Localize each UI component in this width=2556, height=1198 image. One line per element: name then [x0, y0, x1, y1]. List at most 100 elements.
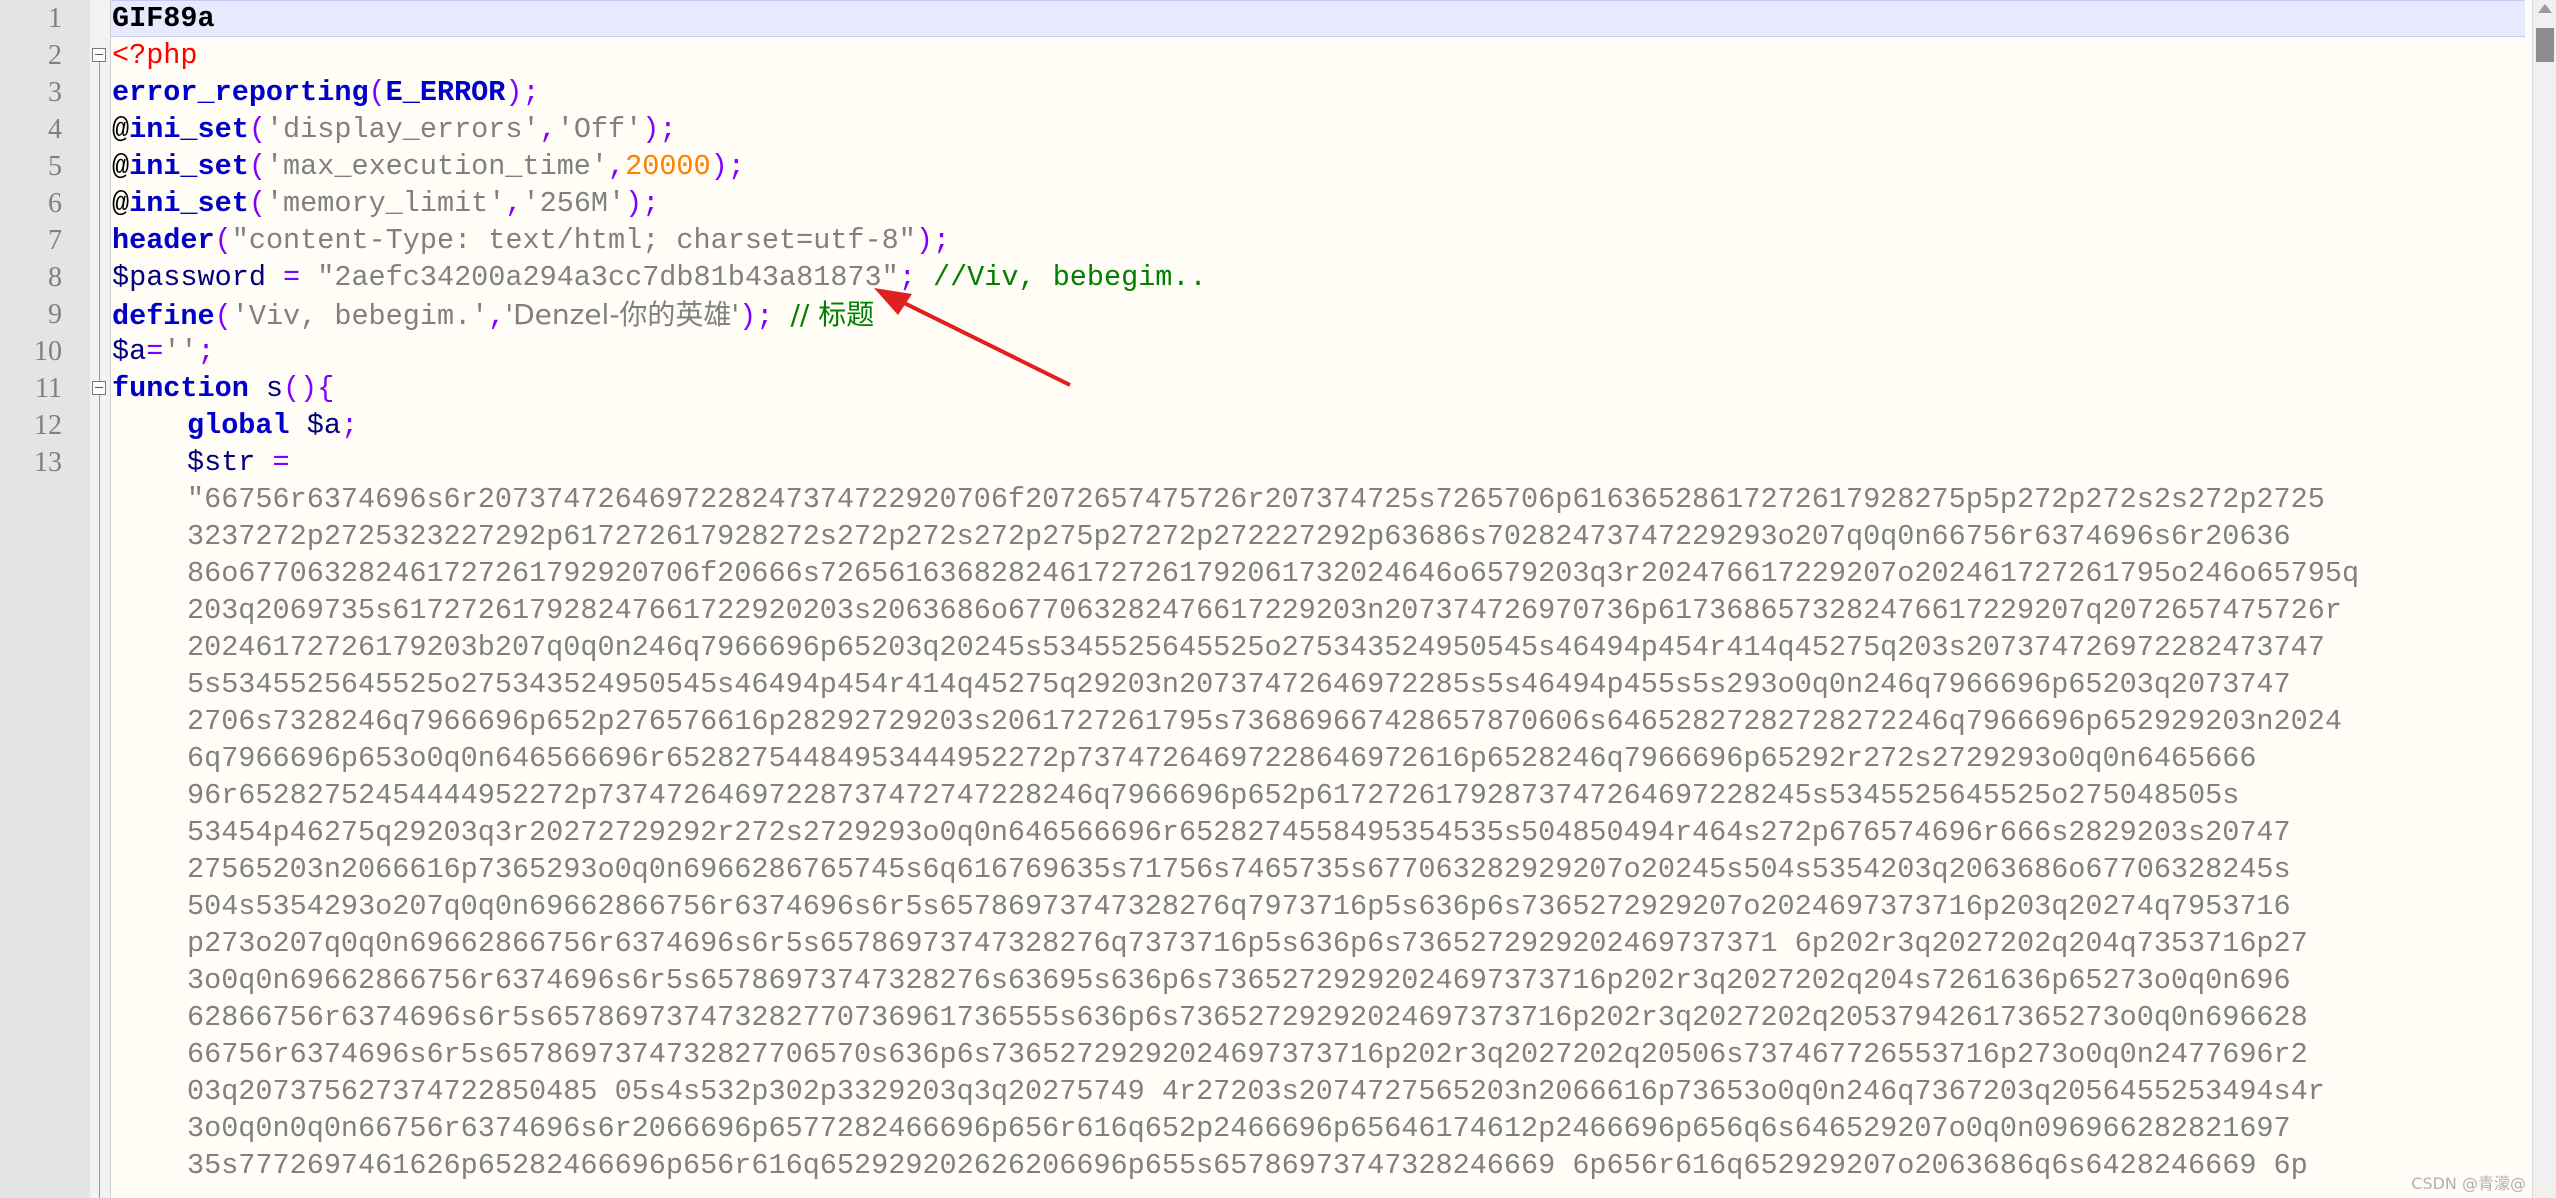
- code-token: 'memory_limit': [265, 187, 506, 220]
- fold-guide-line: [99, 62, 100, 382]
- code-token: @: [112, 187, 130, 220]
- code-token: header: [112, 224, 215, 257]
- code-token: ,: [505, 187, 523, 220]
- code-token: global: [187, 409, 290, 442]
- code-token: 'Off': [556, 113, 643, 146]
- wrapped-string-line: 27565203n2066616p7365293o0q0n69662867657…: [187, 853, 2291, 886]
- wrapped-string-line: 53454p46275q29203q3r20272729292r272s2729…: [187, 816, 2291, 849]
- code-line: error_reporting(E_ERROR);: [112, 74, 540, 111]
- code-token: @: [112, 150, 130, 183]
- vertical-scrollbar[interactable]: [2532, 0, 2556, 1198]
- code-token: =: [255, 446, 290, 479]
- wrapped-string-line: 35s7772697461626p65282466696p656r616q652…: [187, 1149, 2308, 1182]
- code-token: error_reporting: [112, 76, 369, 109]
- fold-toggle-icon[interactable]: [92, 48, 106, 62]
- code-token: s: [248, 372, 284, 405]
- code-token: (){: [283, 372, 335, 405]
- code-token: );: [739, 300, 791, 333]
- code-token: ini_set: [129, 187, 249, 220]
- code-line: GIF89a: [112, 0, 215, 37]
- code-token: ,: [488, 300, 506, 333]
- code-token: $a: [112, 335, 147, 368]
- code-line: @ini_set('display_errors','Off');: [112, 111, 676, 148]
- watermark: CSDN @青濛@: [2411, 1174, 2526, 1193]
- line-number: 5: [48, 151, 62, 182]
- line-number: 6: [48, 188, 62, 219]
- code-token: ,: [608, 150, 626, 183]
- code-token: =: [265, 261, 318, 294]
- wrapped-string-line: 96r65282752454444952272p7374726469722873…: [187, 779, 2240, 812]
- red-arrow-annotation: [874, 288, 1071, 387]
- code-token: );: [625, 187, 660, 220]
- wrapped-string-line: 5s5345525645525o275343524950545s46494p45…: [187, 668, 2291, 701]
- password-variable: $password: [112, 261, 266, 294]
- scrollbar-thumb[interactable]: [2536, 28, 2554, 62]
- code-token: (: [248, 113, 266, 146]
- code-token: );: [915, 224, 951, 257]
- line-number: 12: [34, 410, 62, 441]
- line-number: 3: [48, 77, 62, 108]
- line-number: 7: [48, 225, 62, 256]
- code-token: 'Viv, bebegim.': [231, 300, 489, 333]
- code-line: $str =: [187, 444, 290, 481]
- current-line-highlight: [0, 0, 2525, 37]
- line-number: 13: [34, 447, 62, 478]
- code-editor[interactable]: 1 2 3 4 5 6 7 8 9 10 11 12 13 GIF89a <?p…: [0, 0, 2556, 1198]
- code-line: $a='';: [112, 333, 215, 370]
- code-token: (: [214, 224, 232, 257]
- arrow-head-icon: [874, 288, 912, 315]
- code-line: @ini_set('max_execution_time',20000);: [112, 148, 745, 185]
- scroll-up-arrow-icon[interactable]: [2538, 4, 2552, 13]
- wrapped-string-line: p273o207q0q0n69662866756r6374696s6r5s657…: [187, 927, 2308, 960]
- code-token: $str: [187, 446, 256, 479]
- code-token: (: [214, 300, 232, 333]
- code-token: );: [710, 150, 745, 183]
- wrapped-string-line: 86o677063282461727261792920706f20666s726…: [187, 557, 2360, 590]
- code-comment: // 标题: [790, 298, 875, 331]
- code-line: define('Viv, bebegim.','Denzel-你的英雄'); /…: [112, 296, 874, 335]
- code-token: ini_set: [129, 113, 249, 146]
- code-line: global $a;: [187, 407, 358, 444]
- line-number: 11: [35, 373, 62, 404]
- code-token: 'max_execution_time': [265, 150, 609, 183]
- code-token: 'display_errors': [265, 113, 540, 146]
- code-token: (: [248, 150, 266, 183]
- code-token: );: [505, 76, 540, 109]
- wrapped-string-line: 3o0q0n69662866756r6374696s6r5s6578697374…: [187, 964, 2291, 997]
- code-token: 20000: [625, 150, 711, 183]
- code-token: function: [112, 372, 249, 405]
- wrapped-string-line: 03q207375627374722850485 05s4s532p302p33…: [187, 1075, 2325, 1108]
- wrapped-string-line: 62866756r6374696s6r5s6578697374732827707…: [187, 1001, 2308, 1034]
- password-hash-string: "2aefc34200a294a3cc7db81b43a81873": [317, 261, 899, 294]
- code-token: =: [146, 335, 164, 368]
- wrapped-string-line: 6q7966696p653o0q0n646566696r652827544849…: [187, 742, 2257, 775]
- code-token: @: [112, 113, 130, 146]
- code-token: ,: [539, 113, 557, 146]
- code-line: header("content-Type: text/html; charset…: [112, 222, 950, 259]
- line-number: 4: [48, 114, 62, 145]
- code-token: $a: [289, 409, 341, 442]
- gif-header-text: GIF89a: [112, 2, 215, 35]
- code-token: (: [368, 76, 386, 109]
- wrapped-string-line: 3237272p2725323227292p617272617928272s27…: [187, 520, 2291, 553]
- fold-toggle-icon[interactable]: [92, 381, 106, 395]
- code-token: '': [163, 335, 198, 368]
- code-token: "content-Type: text/html; charset=utf-8": [231, 224, 916, 257]
- line-number: 10: [34, 336, 62, 367]
- code-token: ;: [340, 409, 359, 442]
- fold-margin: [90, 0, 111, 1198]
- arrow-shaft: [887, 293, 1071, 387]
- code-line: function s(){: [112, 370, 334, 407]
- code-line: <?php: [112, 37, 198, 74]
- code-token: );: [642, 113, 677, 146]
- wrapped-string-line: 203q2069735s617272617928247661722920203s…: [187, 594, 2342, 627]
- line-number: 8: [48, 262, 62, 293]
- wrapped-string-line: 3o0q0n0q0n66756r6374696s6r2066696p657728…: [187, 1112, 2291, 1145]
- line-number: 1: [48, 3, 62, 34]
- wrapped-string-line: "66756r6374696s6r20737472646972282473747…: [187, 483, 2325, 516]
- code-token: 'Denzel-你的英雄': [505, 298, 740, 331]
- code-token: define: [112, 300, 215, 333]
- line-number: 2: [48, 40, 62, 71]
- fold-guide-line: [99, 395, 100, 1198]
- code-token: ;: [197, 335, 215, 368]
